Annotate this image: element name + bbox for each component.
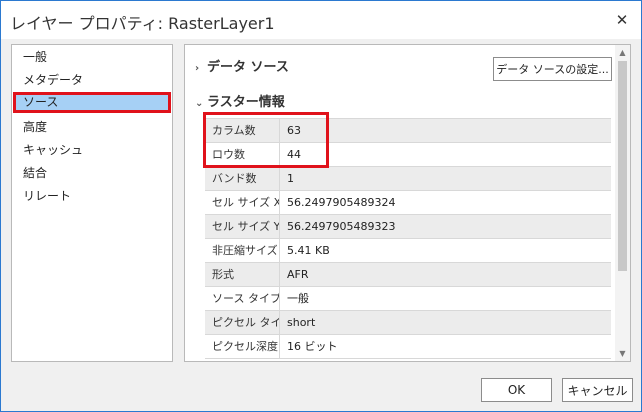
table-row: バンド数 1 [205, 167, 611, 191]
row-label-columns: カラム数 [205, 119, 280, 142]
table-row: 形式 AFR [205, 263, 611, 287]
ok-button[interactable]: OK [481, 378, 552, 402]
row-value-pixel-depth: 16 ビット [287, 340, 338, 353]
vertical-scrollbar[interactable]: ▲ ▼ [615, 45, 630, 361]
table-row: ロウ数 44 [205, 143, 611, 167]
sidebar-nav: 一般 メタデータ ソース 高度 キャッシュ 結合 リレート [11, 44, 173, 362]
row-label-pixel-depth: ピクセル深度 [205, 335, 280, 358]
row-value-pixel-type: short [287, 316, 316, 329]
table-row: セル サイズ Y 56.2497905489323 [205, 215, 611, 239]
row-value-source-type: 一般 [287, 292, 309, 305]
table-row: カラム数 63 [205, 119, 611, 143]
dialog-title: レイヤー プロパティ: RasterLayer1 [10, 14, 275, 33]
table-row: ピクセル深度 16 ビット [205, 335, 611, 359]
scroll-down-icon[interactable]: ▼ [615, 346, 630, 361]
row-label-rows: ロウ数 [205, 143, 280, 166]
row-label-bands: バンド数 [205, 167, 280, 190]
table-row: ソース タイプ 一般 [205, 287, 611, 311]
title-bar: レイヤー プロパティ: RasterLayer1 ✕ [1, 1, 641, 39]
sidebar-item-metadata[interactable]: メタデータ [13, 70, 171, 91]
row-label-format: 形式 [205, 263, 280, 286]
cancel-button[interactable]: キャンセル [562, 378, 633, 402]
row-label-uncompressed-size: 非圧縮サイズ [205, 239, 280, 262]
row-value-columns: 63 [287, 124, 301, 137]
data-source-label: データ ソース [207, 60, 289, 75]
raster-info-section-header[interactable]: ⌄ ラスター情報 [195, 93, 285, 113]
row-value-format: AFR [287, 268, 309, 281]
layer-properties-dialog: レイヤー プロパティ: RasterLayer1 ✕ 一般 メタデータ ソース … [0, 0, 642, 412]
row-label-cell-size-y: セル サイズ Y [205, 215, 280, 238]
raster-info-label: ラスター情報 [207, 95, 285, 110]
row-value-uncompressed-size: 5.41 KB [287, 244, 330, 257]
chevron-right-icon: › [195, 63, 200, 74]
row-value-cell-size-x: 56.2497905489324 [287, 196, 396, 209]
table-row: ピクセル タイプ short [205, 311, 611, 335]
row-label-pixel-type: ピクセル タイプ [205, 311, 280, 334]
chevron-down-icon: ⌄ [195, 98, 204, 109]
table-row: 非圧縮サイズ 5.41 KB [205, 239, 611, 263]
sidebar-item-elevation[interactable]: 高度 [13, 117, 171, 138]
scroll-up-icon[interactable]: ▲ [615, 45, 630, 60]
row-value-cell-size-y: 56.2497905489323 [287, 220, 396, 233]
sidebar-item-source[interactable]: ソース [13, 92, 171, 113]
sidebar-item-general[interactable]: 一般 [13, 47, 171, 68]
raster-info-table: カラム数 63 ロウ数 44 バンド数 1 セル サイズ X 56.249790… [205, 118, 611, 359]
close-icon[interactable]: ✕ [611, 9, 633, 31]
row-label-source-type: ソース タイプ [205, 287, 280, 310]
row-label-cell-size-x: セル サイズ X [205, 191, 280, 214]
sidebar-item-relates[interactable]: リレート [13, 186, 171, 207]
scroll-thumb[interactable] [618, 61, 627, 271]
data-source-section-header[interactable]: › データ ソース [195, 58, 289, 78]
row-value-rows: 44 [287, 148, 301, 161]
sidebar-item-joins[interactable]: 結合 [13, 163, 171, 184]
sidebar-item-cache[interactable]: キャッシュ [13, 140, 171, 161]
source-panel: › データ ソース データ ソースの設定... ⌄ ラスター情報 カラム数 63 ロ… [184, 44, 631, 362]
data-source-settings-button[interactable]: データ ソースの設定... [493, 57, 612, 81]
table-row: セル サイズ X 56.2497905489324 [205, 191, 611, 215]
row-value-bands: 1 [287, 172, 294, 185]
